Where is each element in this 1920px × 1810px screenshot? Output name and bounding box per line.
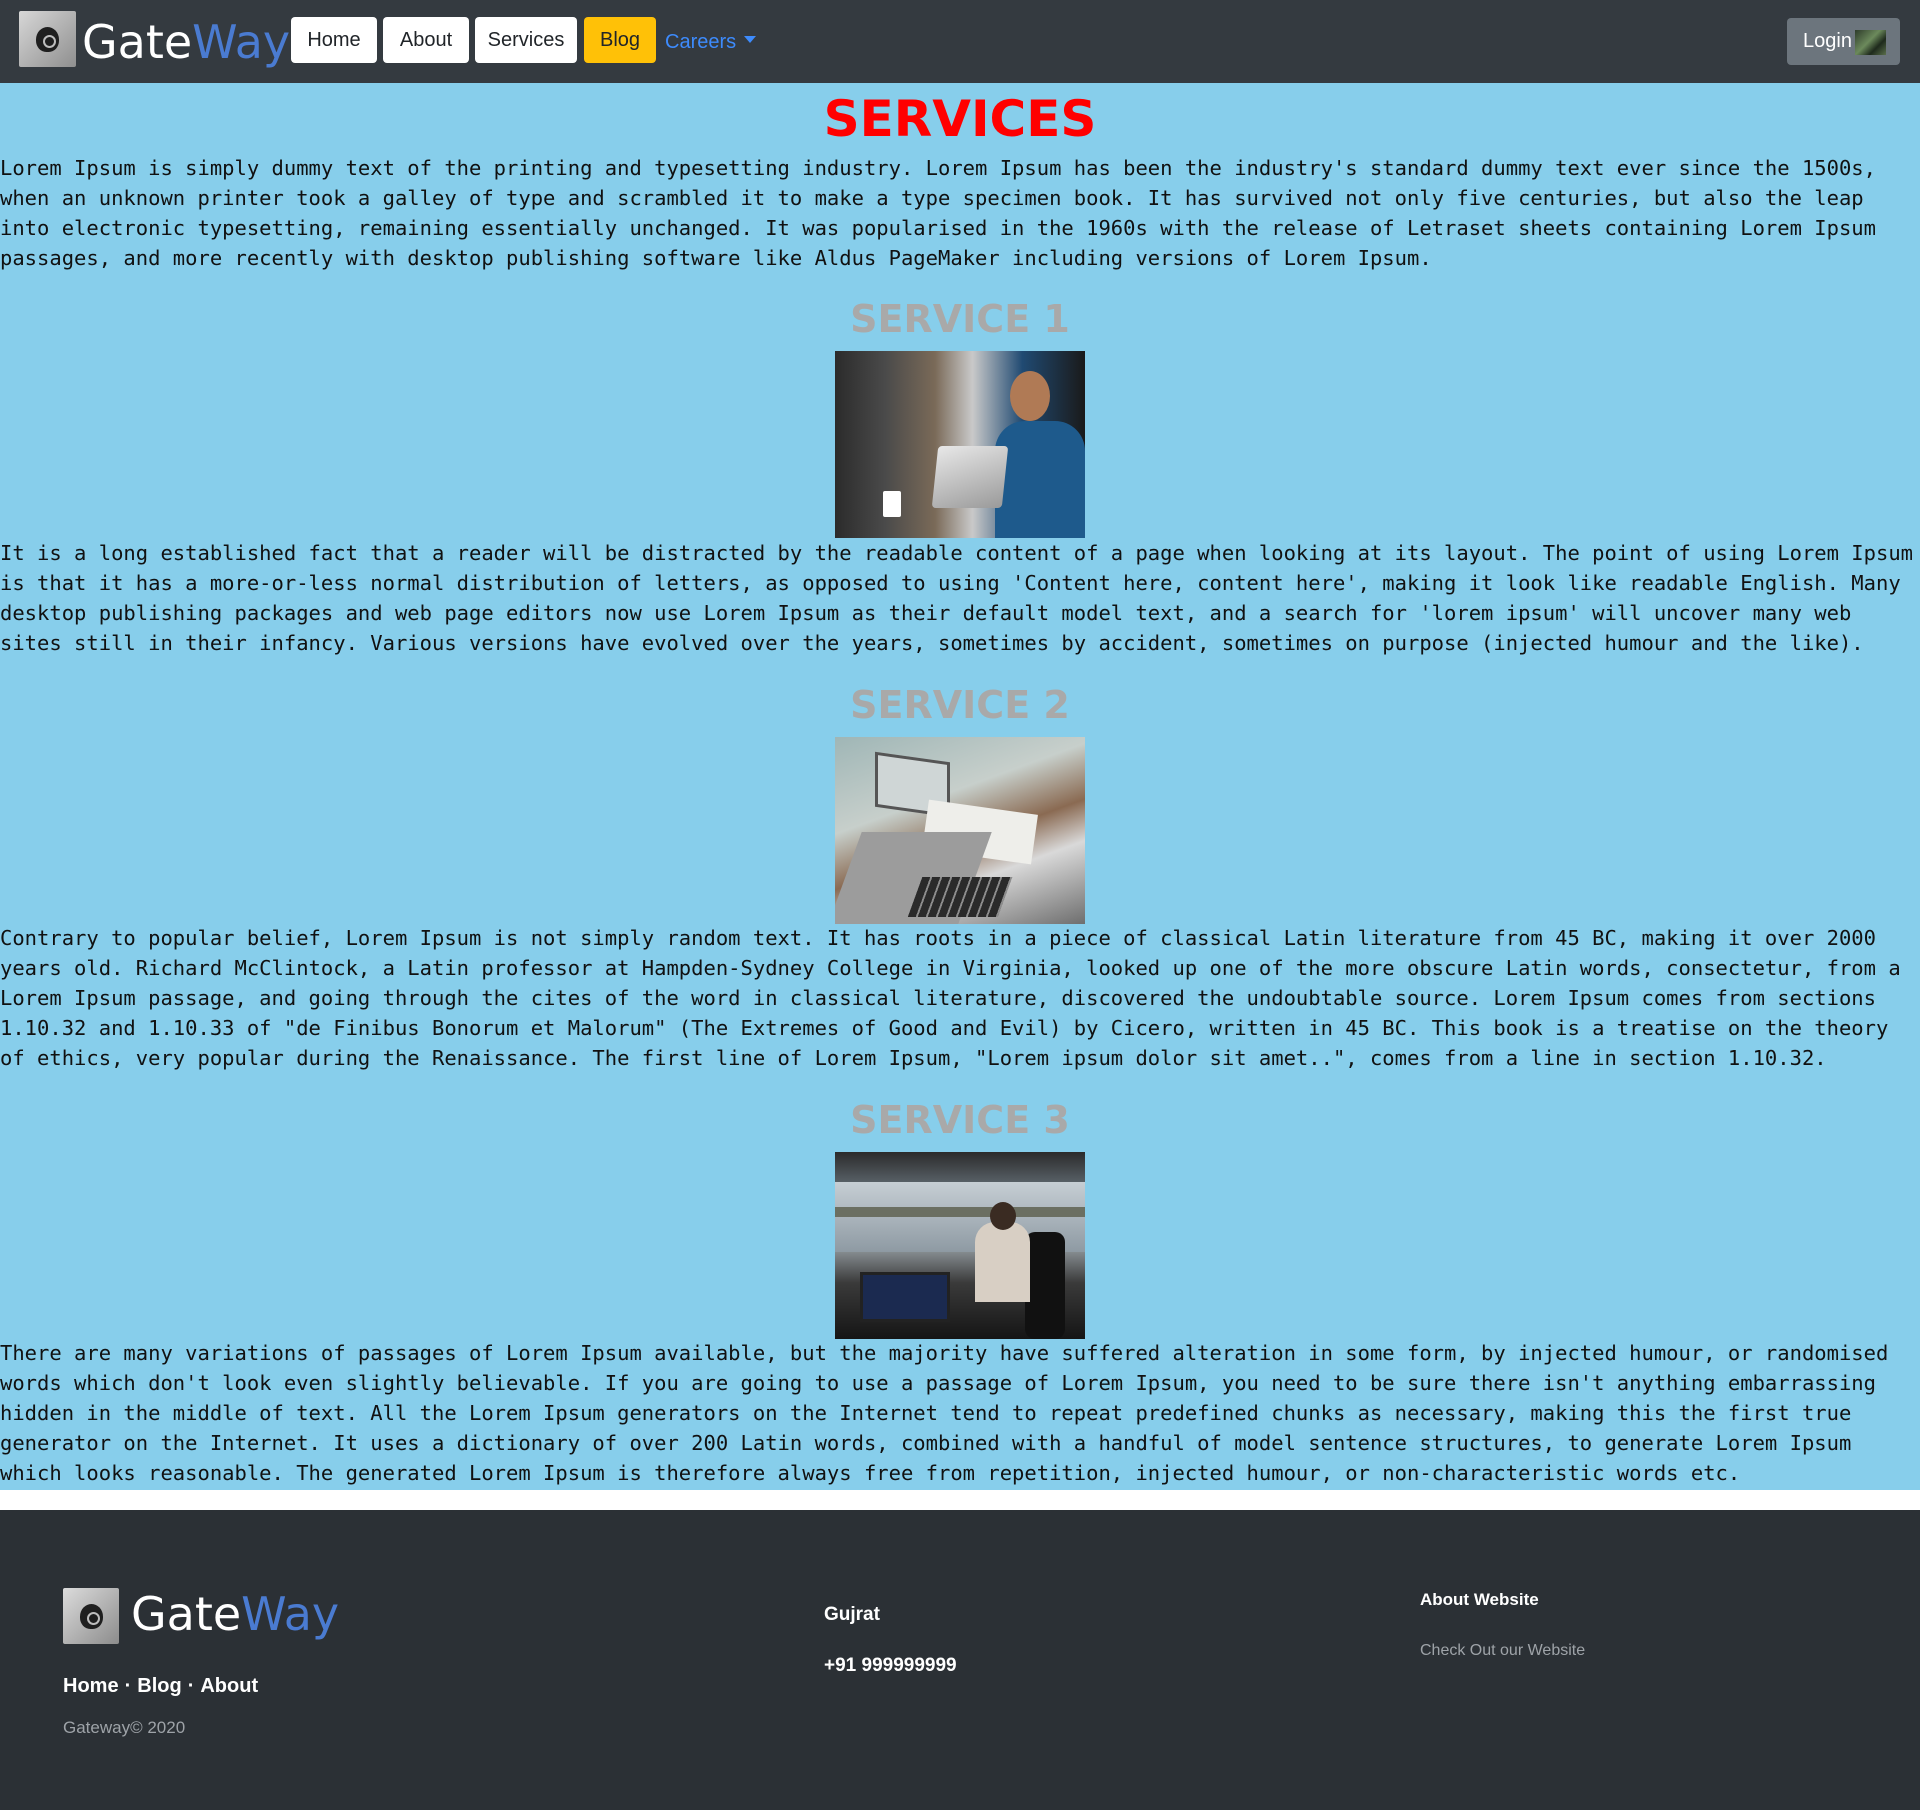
nav-services-button[interactable]: Services <box>475 17 577 63</box>
nav-careers-label: Careers <box>665 31 737 53</box>
brand-name[interactable]: GateWay <box>82 14 290 70</box>
navbar: GateWay Home About Services Blog Careers… <box>0 0 1920 83</box>
brand-way-text: Way <box>192 15 291 69</box>
chevron-down-icon <box>744 36 757 44</box>
footer-brand-gate: Gate <box>131 1587 242 1641</box>
service-1-image <box>835 351 1085 538</box>
nav-home-button[interactable]: Home <box>291 17 377 63</box>
footer-copyright: Gateway© 2020 <box>63 1718 186 1737</box>
footer-link-about[interactable]: About <box>200 1675 258 1697</box>
service-2-title: SERVICE 2 <box>850 683 1070 727</box>
footer: GateWay Home · Blog · About Gateway© 2020 Gu… <box>0 1510 1920 1810</box>
login-button[interactable]: Login <box>1787 18 1900 65</box>
footer-brand-way: Way <box>241 1587 340 1641</box>
login-avatar-icon <box>1855 30 1886 55</box>
service-3-text: There are many variations of passages of… <box>0 1341 1889 1485</box>
footer-phone: +91 999999999 <box>824 1655 957 1676</box>
intro-paragraph: Lorem Ipsum is simply dummy text of the … <box>0 156 1876 270</box>
service-3-title: SERVICE 3 <box>850 1098 1070 1142</box>
footer-about-heading: About Website <box>1420 1590 1539 1609</box>
footer-logo-icon[interactable] <box>63 1588 119 1644</box>
brand-gate-text: Gate <box>82 15 193 69</box>
services-section: SERVICES Lorem Ipsum is simply dummy tex… <box>0 83 1920 1490</box>
footer-links: Home · Blog · About <box>63 1672 258 1700</box>
service-2-text: Contrary to popular belief, Lorem Ipsum … <box>0 926 1901 1070</box>
footer-link-blog[interactable]: Blog <box>137 1675 181 1697</box>
footer-about-link[interactable]: Check Out our Website <box>1420 1639 1585 1663</box>
service-1-text: It is a long established fact that a rea… <box>0 541 1914 655</box>
footer-separator: · <box>124 1675 132 1697</box>
service-1-title: SERVICE 1 <box>850 297 1070 341</box>
footer-separator: · <box>187 1675 195 1697</box>
nav-about-button[interactable]: About <box>383 17 469 63</box>
footer-brand-name[interactable]: GateWay <box>131 1586 339 1642</box>
gateway-logo-icon[interactable] <box>19 11 76 67</box>
login-label: Login <box>1803 30 1852 52</box>
footer-city: Gujrat <box>824 1604 880 1625</box>
service-2-image <box>835 737 1085 924</box>
service-3-image <box>835 1152 1085 1339</box>
page-title: SERVICES <box>823 90 1097 148</box>
footer-link-home[interactable]: Home <box>63 1675 119 1697</box>
nav-blog-button[interactable]: Blog <box>584 17 656 63</box>
nav-careers-dropdown[interactable]: Careers <box>665 28 757 56</box>
